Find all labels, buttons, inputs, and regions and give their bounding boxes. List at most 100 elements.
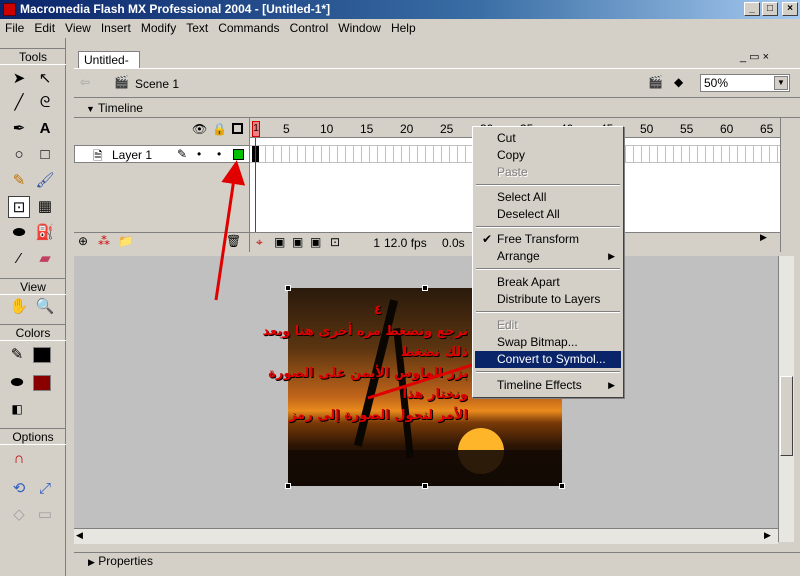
back-arrow-icon[interactable]: ⇦ [80,75,90,89]
edit-multiple-icon[interactable]: ▣ [310,235,321,249]
envelope-icon[interactable]: ▭ [34,504,56,526]
menu-control[interactable]: Control [285,19,334,35]
menu-separator [476,226,620,228]
menu-insert[interactable]: Insert [96,19,136,35]
edit-symbol-icon[interactable]: ◆ [674,75,683,89]
menu-file[interactable]: File [0,19,29,35]
maximize-button[interactable]: □ [762,2,778,16]
ink-bottle-tool-icon[interactable]: ⬬ [8,222,30,244]
close-button[interactable]: × [782,2,798,16]
frame-label: 15 [360,122,374,136]
fill-transform-tool-icon[interactable]: ▦ [34,196,56,218]
menu-item-cut[interactable]: Cut [475,130,621,147]
playhead[interactable]: 1 [252,121,260,137]
arrow-tool-icon[interactable]: ➤ [8,68,30,90]
eyedropper-tool-icon[interactable]: ⁄ [8,248,30,270]
vscroll-thumb[interactable] [780,376,793,456]
eye-icon[interactable]: 👁 [192,122,207,136]
stroke-color-swatch[interactable] [33,347,51,363]
text-tool-icon[interactable]: A [34,118,56,140]
onion-markers-icon[interactable]: ⊡ [330,235,340,249]
menu-item-swap-bitmap[interactable]: Swap Bitmap... [475,334,621,351]
layer-row[interactable]: 🗎 Layer 1 ✎ • • [74,145,250,163]
brush-tool-icon[interactable]: 🖌 [34,170,56,192]
frame-label: 10 [320,122,334,136]
snap-magnet-icon[interactable]: ∩ [8,448,30,470]
pen-tool-icon[interactable]: ✒ [8,118,30,140]
timeline-scroll-right-icon[interactable]: ▶ [760,232,767,243]
hand-tool-icon[interactable]: ✋ [8,296,30,318]
distort-icon[interactable]: ◇ [8,504,30,526]
menu-edit[interactable]: Edit [29,19,60,35]
menu-item-arrange-row[interactable]: Arrange ▶ [475,248,621,265]
rotate-skew-icon[interactable]: ⟲ [8,478,30,500]
minimize-button[interactable]: _ [744,2,760,16]
transform-handle[interactable] [285,483,291,489]
layer-outline-color[interactable] [233,149,244,160]
menu-item-copy[interactable]: Copy [475,147,621,164]
doc-window-controls[interactable]: _ ▭ × [740,50,769,63]
fill-color-swatch[interactable] [33,375,51,391]
transform-handle[interactable] [422,285,428,291]
lasso-tool-icon[interactable]: ᘓ [34,92,56,114]
scroll-left-icon[interactable]: ◀ [76,530,83,541]
onion-skin-icon[interactable]: ▣ [274,235,285,249]
delete-layer-icon[interactable]: 🗑 [226,234,241,248]
menu-modify[interactable]: Modify [136,19,181,35]
menu-help[interactable]: Help [386,19,421,35]
lock-icon[interactable]: 🔒 [212,122,227,136]
stage-vscroll[interactable] [778,256,794,542]
scene-icon: 🎬 [114,75,129,89]
frame-label: 50 [640,122,654,136]
menu-item-timeline-effects-row[interactable]: Timeline Effects ▶ [475,377,621,394]
tools-panel: Tools ➤ ↖ ╱ ᘓ ✒ A ○ □ ✎ 🖌 ⊡ ▦ ⬬ ⛽ ⁄ ▰ Vi… [0,38,66,576]
swap-colors-icon[interactable]: ◧ [6,398,28,420]
scroll-right-icon[interactable]: ▶ [764,530,771,541]
center-frame-icon[interactable]: ⌖ [256,235,263,250]
zoom-tool-icon[interactable]: 🔍 [34,296,56,318]
visibility-dot[interactable]: • [197,147,201,161]
context-menu: Cut Copy Paste Select All Deselect All ✔… [472,126,624,398]
edit-scene-icon[interactable]: 🎬 [648,75,663,89]
timeline-header[interactable]: ▼ Timeline [74,100,800,118]
timeline-vscroll[interactable] [780,118,794,252]
menu-item-paste[interactable]: Paste [475,164,621,181]
menu-item-edit[interactable]: Edit [475,317,621,334]
insert-folder-icon[interactable]: 📁 [118,234,133,248]
rectangle-tool-icon[interactable]: □ [34,144,56,166]
add-guide-icon[interactable]: ⁂ [98,234,110,248]
pencil-tool-icon[interactable]: ✎ [8,170,30,192]
eraser-tool-icon[interactable]: ▰ [34,248,56,270]
zoom-select[interactable]: 50% ▼ [700,74,790,92]
onion-outlines-icon[interactable]: ▣ [292,235,303,249]
stage-hscroll[interactable]: ◀ ▶ [74,528,778,544]
frame-label: 60 [720,122,734,136]
playhead-line [255,138,256,234]
menu-item-distribute-to-layers[interactable]: Distribute to Layers [475,291,621,308]
lock-dot[interactable]: • [217,147,221,161]
menu-text[interactable]: Text [181,19,213,35]
document-tab[interactable]: Untitled-1* [78,51,140,83]
menu-item-free-transform-row[interactable]: ✔ Free Transform [475,231,621,248]
annotation-line: نرجع ونضغط مره أخرى هنا وبعد ذلك نضغط [262,324,468,360]
line-tool-icon[interactable]: ╱ [8,92,30,114]
menu-item-select-all[interactable]: Select All [475,189,621,206]
outline-icon[interactable] [232,123,243,134]
menu-view[interactable]: View [60,19,96,35]
transform-handle[interactable] [285,285,291,291]
oval-tool-icon[interactable]: ○ [8,144,30,166]
chevron-down-icon[interactable]: ▼ [774,76,788,90]
properties-header[interactable]: ▶ Properties [74,552,800,570]
free-transform-tool-icon[interactable]: ⊡ [8,196,30,218]
paint-bucket-tool-icon[interactable]: ⛽ [34,222,56,244]
transform-handle[interactable] [422,483,428,489]
menu-window[interactable]: Window [333,19,386,35]
menu-item-deselect-all[interactable]: Deselect All [475,206,621,223]
menu-item-convert-to-symbol[interactable]: Convert to Symbol... [475,351,621,368]
scale-icon[interactable]: ⤢ [34,478,56,500]
transform-handle[interactable] [559,483,565,489]
menu-item-break-apart[interactable]: Break Apart [475,274,621,291]
insert-layer-icon[interactable]: ⊕ [78,234,88,248]
subselect-tool-icon[interactable]: ↖ [34,68,56,90]
menu-commands[interactable]: Commands [213,19,284,35]
